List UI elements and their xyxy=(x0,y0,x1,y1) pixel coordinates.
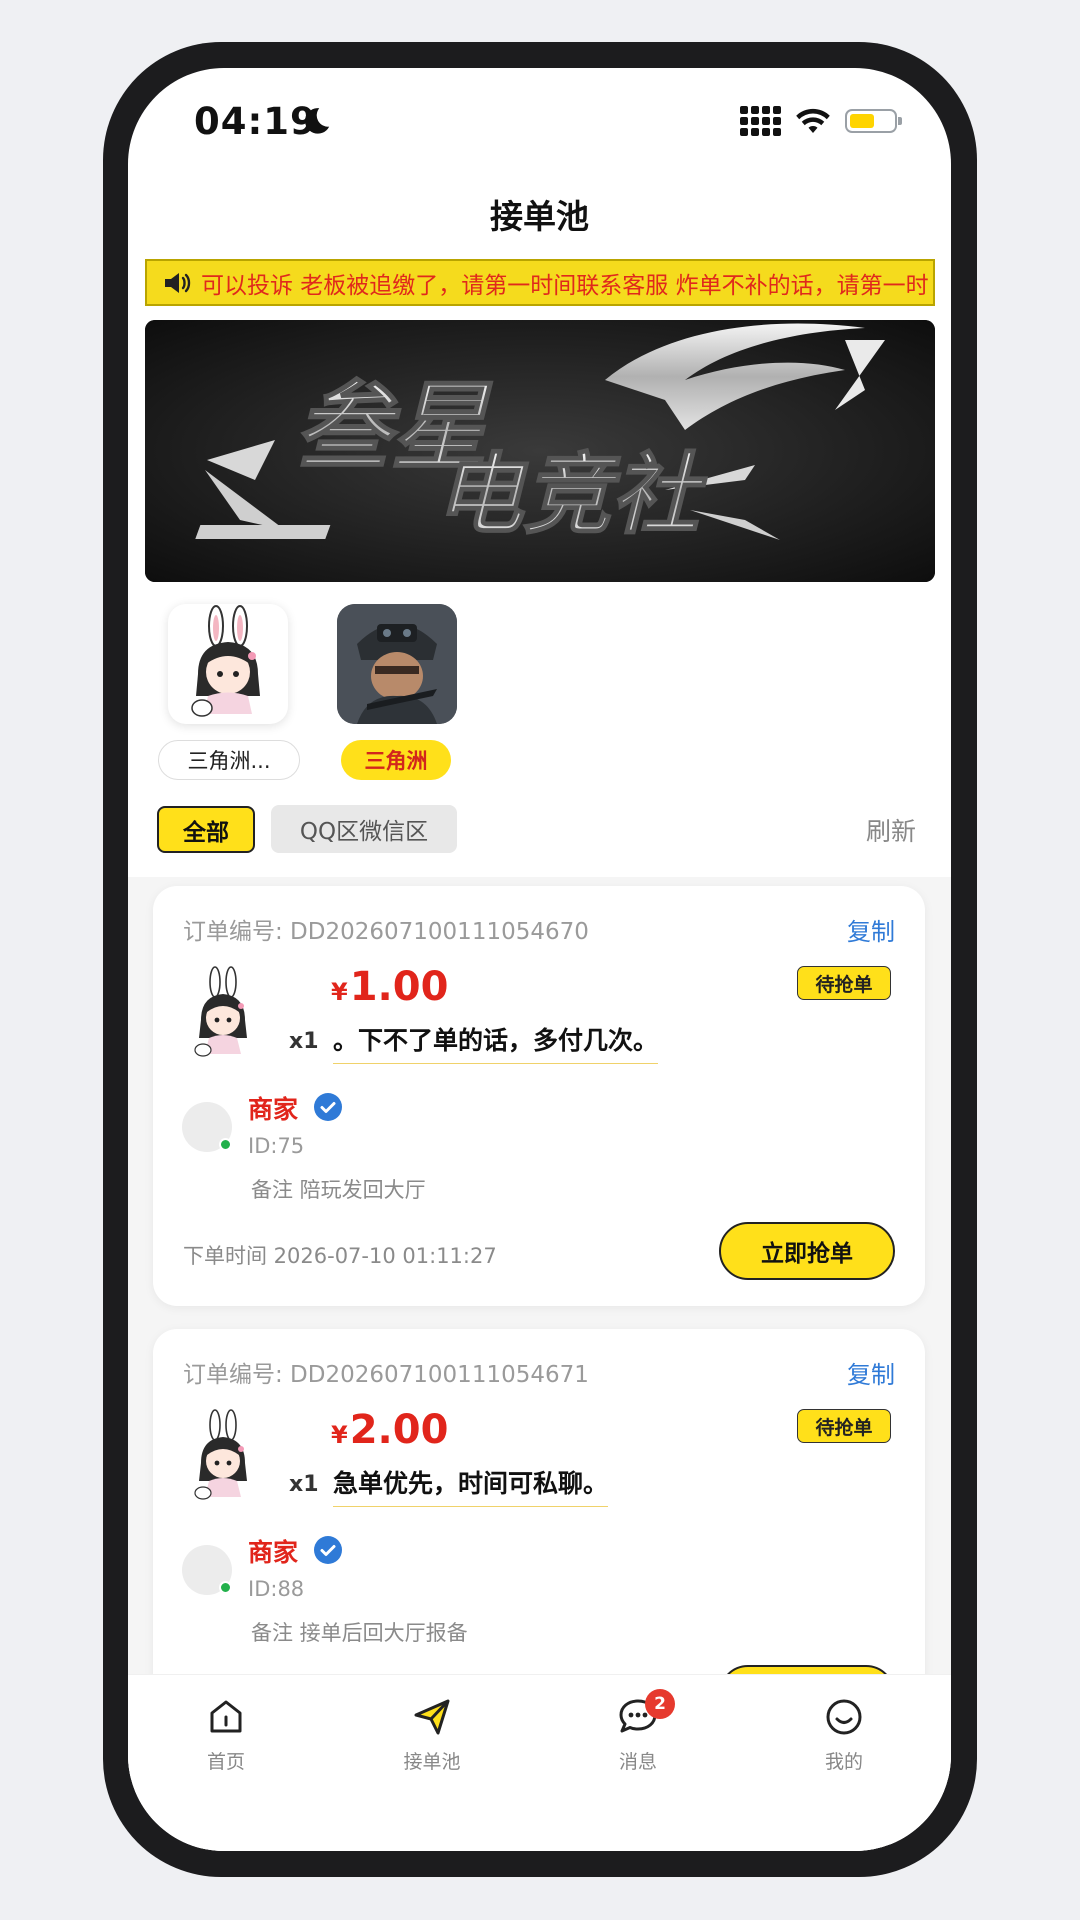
order-remark: 备注 陪玩发回大厅 xyxy=(251,1178,426,1202)
online-status-dot xyxy=(219,1581,232,1594)
page-title: 接单池 xyxy=(490,197,589,236)
tab-messages-label: 消息 xyxy=(618,1751,657,1773)
game-label-delta-1[interactable]: 三角洲... xyxy=(158,740,300,780)
banner-artwork: 叁星 电竞社 xyxy=(145,320,935,582)
wifi-icon xyxy=(796,108,830,133)
tab-order-pool[interactable]: 接单池 xyxy=(372,1695,492,1774)
merchant-name: 商家 xyxy=(248,1538,299,1567)
verified-icon xyxy=(314,1093,342,1121)
tab-home-label: 首页 xyxy=(206,1751,245,1773)
order-quantity: x1 xyxy=(289,1029,319,1054)
moon-icon xyxy=(305,108,330,134)
signal-icon xyxy=(740,106,781,136)
order-price: ¥1.00 xyxy=(331,964,449,1010)
game-tile-delta-1[interactable] xyxy=(168,604,288,724)
bunny-girl-avatar xyxy=(191,605,260,717)
unread-badge: 2 xyxy=(645,1689,675,1719)
battery-icon xyxy=(845,109,902,133)
refresh-button[interactable]: 刷新 xyxy=(866,812,916,848)
tab-order-pool-label: 接单池 xyxy=(403,1751,461,1773)
order-time: 下单时间 2026-07-10 01:11:27 xyxy=(183,1244,497,1268)
tab-profile[interactable]: 我的 xyxy=(784,1695,904,1774)
notice-bar[interactable]: 可以投诉 老板被追缴了，请第一时间联系客服 炸单不补的话，请第一时 xyxy=(145,259,935,306)
order-card: 订单编号: DD202607100111054670 复制 ¥1.00 待抢单 … xyxy=(153,886,925,1306)
order-description: 。下不了单的话，多付几次。 xyxy=(333,1021,659,1064)
send-icon xyxy=(414,1699,450,1735)
status-badge: 待抢单 xyxy=(797,1409,891,1443)
status-icons xyxy=(740,106,902,136)
copy-button[interactable]: 复制 xyxy=(847,1355,895,1390)
filter-qq-wechat-button[interactable]: QQ区微信区 xyxy=(271,805,457,853)
order-description: 急单优先，时间可私聊。 xyxy=(333,1464,609,1507)
order-price: ¥2.00 xyxy=(331,1407,449,1453)
order-number: 订单编号: DD202607100111054670 xyxy=(183,919,589,945)
grab-order-button[interactable]: 立即抢单 xyxy=(719,1222,895,1280)
status-badge: 待抢单 xyxy=(797,966,891,1000)
banner-title-2: 电竞社 xyxy=(435,443,707,546)
home-icon xyxy=(210,1700,242,1733)
merchant-name: 商家 xyxy=(248,1095,299,1124)
promo-banner[interactable]: 叁星 电竞社 xyxy=(145,320,935,582)
game-tile-delta-2[interactable] xyxy=(337,604,457,724)
tab-profile-label: 我的 xyxy=(824,1751,863,1773)
order-remark: 备注 接单后回大厅报备 xyxy=(251,1621,468,1645)
order-number: 订单编号: DD202607100111054671 xyxy=(183,1362,589,1388)
merchant-id: ID:88 xyxy=(248,1577,305,1601)
speaker-icon xyxy=(165,272,191,293)
notice-text: 可以投诉 老板被追缴了，请第一时间联系客服 炸单不补的话，请第一时 xyxy=(201,272,929,299)
filter-all-button[interactable]: 全部 xyxy=(157,806,255,853)
bottom-tab-bar: 首页 接单池 消息 2 我的 xyxy=(128,1674,951,1851)
soldier-avatar xyxy=(337,604,457,724)
merchant-id: ID:75 xyxy=(248,1134,305,1158)
game-label-delta-2[interactable]: 三角洲 xyxy=(341,740,451,780)
order-thumbnail xyxy=(194,966,247,1057)
verified-icon xyxy=(314,1536,342,1564)
tab-home[interactable]: 首页 xyxy=(166,1695,286,1774)
online-status-dot xyxy=(219,1138,232,1151)
tab-messages[interactable]: 消息 2 xyxy=(578,1689,698,1774)
app-screen: 04:19 接单池 可以投诉 老板被追缴了，请第一时间联系客服 炸单不补的话，请… xyxy=(128,68,951,1851)
smile-icon xyxy=(826,1699,862,1735)
copy-button[interactable]: 复制 xyxy=(847,912,895,947)
order-quantity: x1 xyxy=(289,1472,319,1497)
order-thumbnail xyxy=(194,1409,247,1500)
